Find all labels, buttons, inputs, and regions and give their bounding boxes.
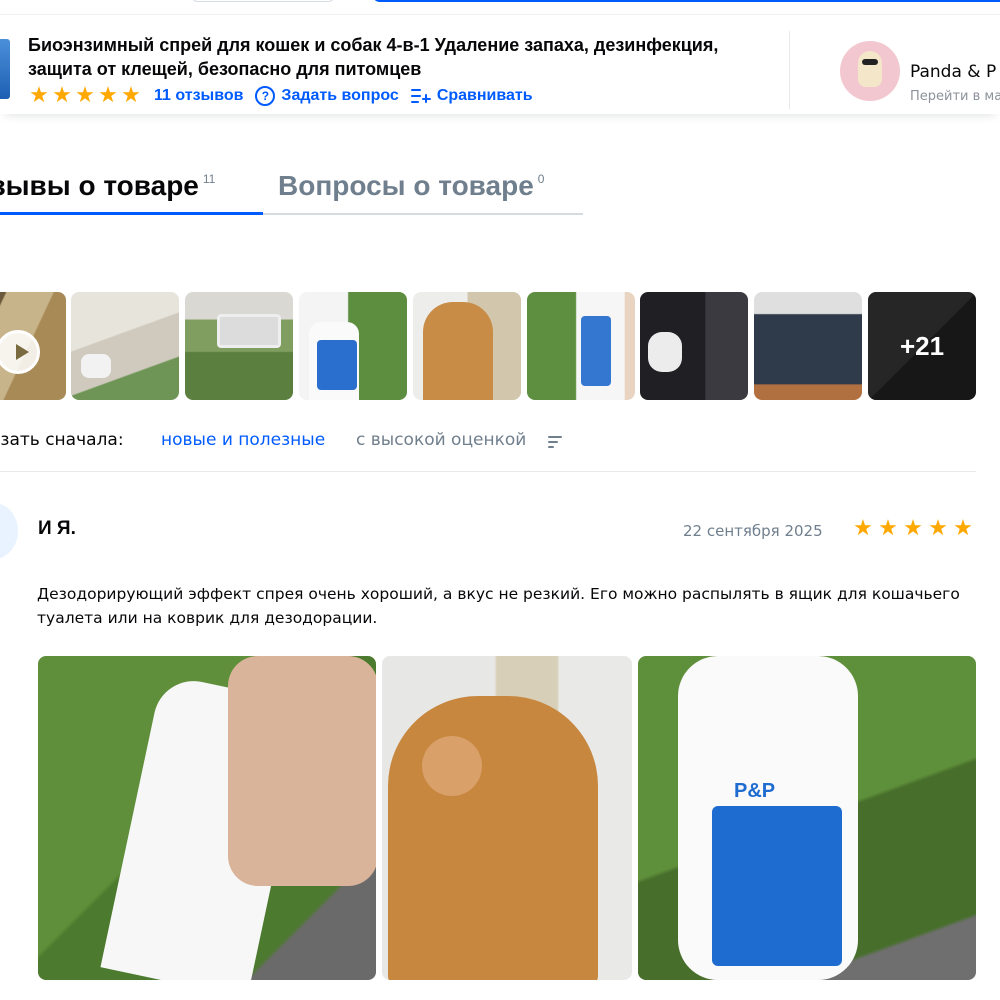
star-icon: ★	[878, 516, 898, 541]
review-text: Дезодорирующий эффект спрея очень хороши…	[37, 585, 960, 627]
gallery-more-thumb[interactable]: +21	[868, 292, 976, 400]
compare-icon	[410, 87, 431, 105]
product-title: Биоэнзимный спрей для кошек и собак 4-в-…	[28, 35, 719, 79]
gallery-video-thumb[interactable]	[0, 292, 66, 400]
top-bar-remnant	[0, 0, 1000, 14]
tab-reviews[interactable]: тзывы о товаре 11	[0, 170, 215, 202]
tab-questions-count: 0	[537, 172, 545, 186]
review-date: 22 сентября 2025	[683, 522, 823, 540]
review-tabs: тзывы о товаре 11 Вопросы о товаре 0	[0, 170, 1000, 220]
star-icon: ★	[29, 83, 49, 108]
tab-reviews-count: 11	[202, 172, 216, 186]
gallery-photo-thumb[interactable]	[185, 292, 293, 400]
search-bar-edge	[372, 0, 1000, 2]
question-icon: ?	[255, 86, 276, 106]
product-meta: ★ ★ ★ ★ ★ 11 отзывов ? Задать вопрос Сра…	[28, 84, 533, 108]
sort-option-high-rating[interactable]: с высокой оценкой	[356, 430, 526, 450]
star-icon: ★	[52, 83, 72, 108]
compare-label: Сравнивать	[436, 87, 533, 104]
review-photo[interactable]: P&P	[638, 656, 976, 980]
ask-question-button[interactable]: ? Задать вопрос	[255, 86, 399, 106]
seller-name[interactable]: Panda & P	[910, 62, 996, 82]
seller-link[interactable]: Перейти в ма	[910, 89, 1000, 104]
star-icon: ★	[853, 516, 873, 541]
reviewer-avatar	[0, 503, 18, 559]
sort-option-new-useful[interactable]: новые и полезные	[161, 430, 325, 450]
product-thumbnail[interactable]	[0, 39, 10, 99]
seller-avatar[interactable]	[840, 41, 900, 101]
star-icon: ★	[75, 83, 95, 108]
review-rating: ★ ★ ★ ★ ★	[852, 518, 974, 540]
review-media-gallery: +21	[0, 292, 1000, 400]
reviews-link-label: 11 отзывов	[154, 87, 244, 104]
review-photo[interactable]	[38, 656, 376, 980]
gallery-photo-thumb[interactable]	[754, 292, 862, 400]
sort-bar: азать сначала: новые и полезные с высоко…	[0, 430, 976, 472]
star-icon: ★	[928, 516, 948, 541]
tab-questions[interactable]: Вопросы о товаре 0	[278, 170, 544, 202]
star-icon: ★	[903, 516, 923, 541]
tab-inactive-indicator	[263, 213, 583, 215]
star-icon: ★	[121, 83, 141, 108]
reviewer-name: И Я.	[38, 518, 76, 539]
play-icon	[0, 330, 40, 374]
reviews-link[interactable]: 11 отзывов	[154, 87, 243, 105]
ask-question-label: Задать вопрос	[281, 87, 399, 104]
header-divider	[789, 31, 790, 109]
product-rating: ★ ★ ★ ★ ★	[28, 85, 142, 107]
tab-active-indicator	[0, 212, 263, 215]
gallery-photo-thumb[interactable]	[71, 292, 179, 400]
gallery-photo-thumb[interactable]	[413, 292, 521, 400]
star-icon: ★	[953, 516, 973, 541]
gallery-photo-thumb[interactable]	[299, 292, 407, 400]
gallery-more-count: +21	[868, 292, 976, 400]
review-photo[interactable]	[382, 656, 632, 980]
sort-icon[interactable]	[548, 436, 562, 448]
sort-label: азать сначала:	[0, 430, 124, 450]
compare-button[interactable]: Сравнивать	[410, 87, 533, 105]
top-button-edge	[190, 0, 336, 2]
tab-questions-label: Вопросы о товаре	[278, 170, 534, 201]
tab-reviews-label: тзывы о товаре	[0, 170, 199, 201]
gallery-photo-thumb[interactable]	[640, 292, 748, 400]
star-icon: ★	[98, 83, 118, 108]
gallery-photo-thumb[interactable]	[527, 292, 635, 400]
